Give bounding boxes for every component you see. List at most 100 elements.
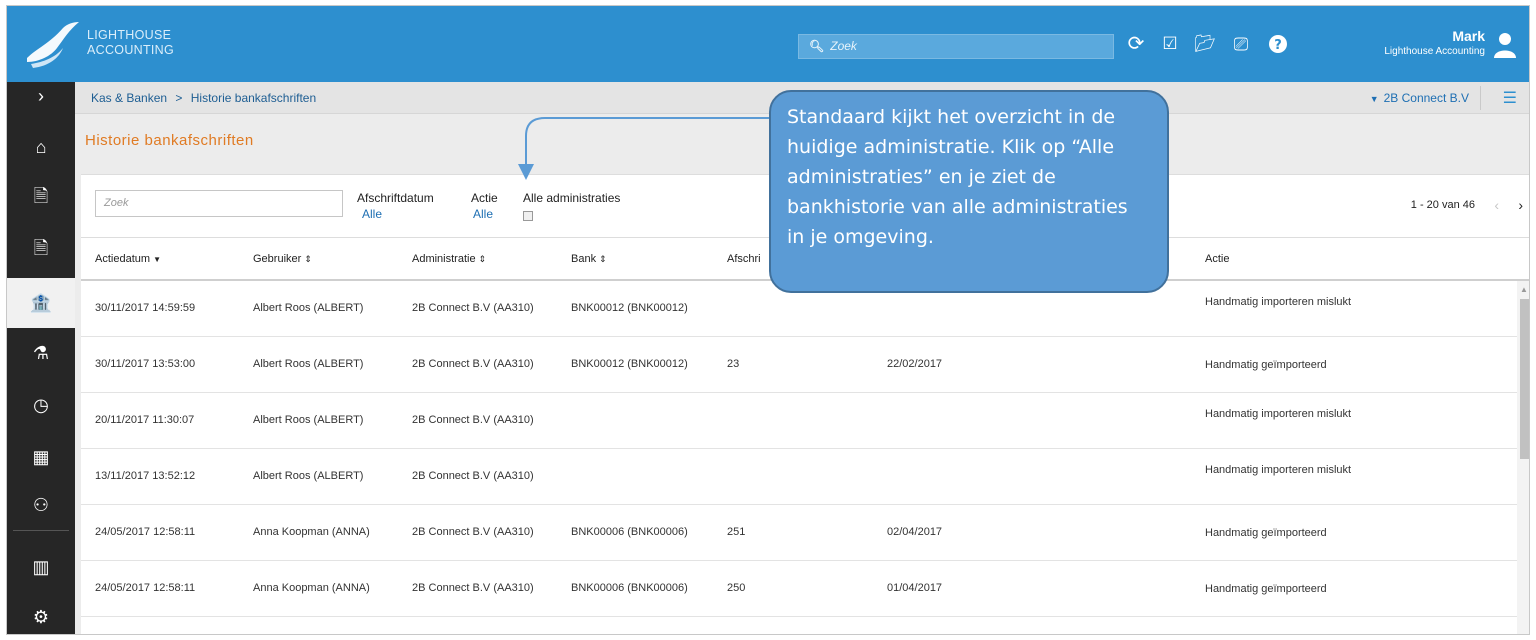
sidebar-settings-icon[interactable]: ⚙ xyxy=(7,592,75,634)
table-search-input[interactable]: Zoek xyxy=(95,190,343,217)
cell-bank: BNK00006 (BNK00006) xyxy=(571,526,688,538)
breadcrumb-separator: > xyxy=(175,91,183,105)
scrollbar-thumb[interactable] xyxy=(1520,299,1529,459)
cell-nr: 251 xyxy=(727,526,746,538)
sidebar-home-icon[interactable]: ⌂ xyxy=(7,122,75,172)
sidebar-divider xyxy=(13,530,69,531)
table-row[interactable]: 24/05/2017 12:58:11 Anna Koopman (ANNA) 2B… xyxy=(81,561,1517,617)
cell-admin: 2B Connect B.V (AA310) xyxy=(412,302,534,314)
cell-action: Handmatig geïmporteerd xyxy=(1205,527,1327,539)
cell-date: 20/11/2017 11:30:07 xyxy=(95,414,195,426)
alle-administraties-checkbox[interactable] xyxy=(523,211,533,221)
column-header-gebruiker[interactable]: Gebruiker ⇕ xyxy=(253,253,312,265)
scroll-up-icon[interactable]: ▲ xyxy=(1520,285,1528,294)
cell-action: Handmatig geïmporteerd xyxy=(1205,583,1327,595)
sidebar-document-in-icon[interactable]: 🗎 xyxy=(7,226,75,276)
cell-action: Handmatig geïmporteerd xyxy=(1205,359,1327,371)
table-row[interactable]: 20/11/2017 11:30:07 Albert Roos (ALBERT) 2… xyxy=(81,393,1517,449)
previous-page-icon[interactable]: ‹ xyxy=(1494,197,1499,213)
afschriftdatum-filter-value[interactable]: Alle xyxy=(362,207,382,221)
column-header-administratie[interactable]: Administratie ⇕ xyxy=(412,253,486,265)
cell-user: Albert Roos (ALBERT) xyxy=(253,358,364,370)
breadcrumb-divider xyxy=(1480,86,1481,110)
cell-user: Albert Roos (ALBERT) xyxy=(253,414,364,426)
lighthouse-logo-icon[interactable] xyxy=(23,18,83,70)
sort-icon: ⇕ xyxy=(304,254,312,264)
column-header-label: Actiedatum xyxy=(95,253,151,265)
cell-nr: 23 xyxy=(727,358,740,370)
sidebar-expand-icon[interactable]: › xyxy=(7,76,75,116)
actie-filter-value[interactable]: Alle xyxy=(473,207,493,221)
table-body: 30/11/2017 14:59:59 Albert Roos (ALBERT) 2… xyxy=(81,281,1517,617)
cell-admin: 2B Connect B.V (AA310) xyxy=(412,526,534,538)
cell-bank: BNK00006 (BNK00006) xyxy=(571,582,688,594)
refresh-icon[interactable]: ⟳ xyxy=(1123,30,1149,58)
cell-action: Handmatig importeren mislukt xyxy=(1205,408,1352,420)
svg-text:?: ? xyxy=(1274,38,1282,53)
list-settings-icon[interactable]: ☰ xyxy=(1503,88,1517,108)
tutorial-callout: Standaard kijkt het overzicht in de huid… xyxy=(769,90,1169,293)
sort-desc-icon: ▼ xyxy=(153,255,162,264)
cell-date: 24/05/2017 12:58:11 xyxy=(95,582,196,594)
table-row[interactable]: 13/11/2017 13:52:12 Albert Roos (ALBERT) 2… xyxy=(81,449,1517,505)
cell-bank: BNK00012 (BNK00012) xyxy=(571,302,688,314)
cell-date: 30/11/2017 14:59:59 xyxy=(95,302,196,314)
global-search-placeholder: Zoek xyxy=(830,39,857,53)
add-screen-icon[interactable]: ⎚ xyxy=(1228,30,1254,58)
sidebar: › ⌂ 🗎 🗎 🏦 ⚗ ◷ ▦ ⚇ ▥ ⚙ xyxy=(7,82,75,634)
help-icon[interactable]: ? xyxy=(1265,30,1291,58)
top-bar: LIGHTHOUSE ACCOUNTING 🔍︎ Zoek ⟳ ☑ 📂︎ ⎚ ? … xyxy=(7,6,1529,82)
column-header-actie: Actie xyxy=(1205,253,1230,265)
column-header-bank[interactable]: Bank ⇕ xyxy=(571,253,607,265)
table-row[interactable]: 30/11/2017 13:53:00 Albert Roos (ALBERT) 2… xyxy=(81,337,1517,393)
user-menu[interactable]: Mark Lighthouse Accounting xyxy=(1384,28,1485,57)
column-header-actiedatum[interactable]: Actiedatum ▼ xyxy=(95,253,161,265)
cell-admin: 2B Connect B.V (AA310) xyxy=(412,582,534,594)
next-page-icon[interactable]: › xyxy=(1518,197,1523,213)
checkbox-task-icon[interactable]: ☑ xyxy=(1157,30,1183,58)
sidebar-clock-user-icon[interactable]: ◷ xyxy=(7,380,75,430)
sort-icon: ⇕ xyxy=(478,254,487,264)
sidebar-bank-icon[interactable]: 🏦 xyxy=(7,278,75,328)
breadcrumb: Kas & Banken > Historie bankafschriften xyxy=(91,91,316,105)
sort-icon: ⇕ xyxy=(599,254,607,264)
cell-user: Anna Koopman (ANNA) xyxy=(253,526,370,538)
cell-action: Handmatig importeren mislukt xyxy=(1205,464,1352,476)
column-header-label: Administratie xyxy=(412,253,476,265)
cell-afdate: 01/04/2017 xyxy=(887,582,943,594)
brand-line-1: LIGHTHOUSE xyxy=(87,28,172,42)
administration-selector-label: 2B Connect B.V xyxy=(1383,91,1469,105)
table-row[interactable]: 24/05/2017 12:58:11 Anna Koopman (ANNA) 2B… xyxy=(81,505,1517,561)
folder-open-icon[interactable]: 📂︎ xyxy=(1192,30,1218,58)
cell-admin: 2B Connect B.V (AA310) xyxy=(412,470,534,482)
sidebar-report-icon[interactable]: ▥ xyxy=(7,542,75,592)
search-icon: 🔍︎ xyxy=(809,39,825,53)
afschriftdatum-filter-label: Afschriftdatum xyxy=(357,191,434,205)
table-scrollbar[interactable]: ▲ xyxy=(1517,281,1529,634)
sidebar-document-out-icon[interactable]: 🗎 xyxy=(7,174,75,224)
cell-admin: 2B Connect B.V (AA310) xyxy=(412,358,534,370)
global-search-input[interactable]: 🔍︎ Zoek xyxy=(798,34,1114,59)
cell-user: Albert Roos (ALBERT) xyxy=(253,302,364,314)
column-header-afschrift[interactable]: Afschri xyxy=(727,253,761,265)
cell-afdate: 02/04/2017 xyxy=(887,526,943,538)
sidebar-flask-icon[interactable]: ⚗ xyxy=(7,328,75,378)
pagination-info: 1 - 20 van 46 xyxy=(1410,199,1475,211)
column-header-label: Bank xyxy=(571,253,597,265)
cell-nr: 250 xyxy=(727,582,746,594)
user-organisation: Lighthouse Accounting xyxy=(1384,46,1485,57)
administration-selector[interactable]: ▼ 2B Connect B.V xyxy=(1370,91,1469,105)
cell-action: Handmatig importeren mislukt xyxy=(1205,296,1352,308)
app-window: LIGHTHOUSE ACCOUNTING 🔍︎ Zoek ⟳ ☑ 📂︎ ⎚ ? … xyxy=(6,5,1530,635)
breadcrumb-parent[interactable]: Kas & Banken xyxy=(91,91,167,105)
cell-user: Albert Roos (ALBERT) xyxy=(253,470,364,482)
sidebar-buildings-icon[interactable]: ▦ xyxy=(7,432,75,482)
brand-line-2: ACCOUNTING xyxy=(87,43,175,57)
actie-filter-label: Actie xyxy=(471,191,498,205)
cell-afdate: 22/02/2017 xyxy=(887,358,943,370)
brand-name: LIGHTHOUSE ACCOUNTING xyxy=(87,28,174,58)
breadcrumb-current[interactable]: Historie bankafschriften xyxy=(191,91,316,105)
user-avatar-icon[interactable] xyxy=(1493,32,1517,58)
sidebar-users-icon[interactable]: ⚇ xyxy=(7,480,75,530)
cell-date: 30/11/2017 13:53:00 xyxy=(95,358,196,370)
